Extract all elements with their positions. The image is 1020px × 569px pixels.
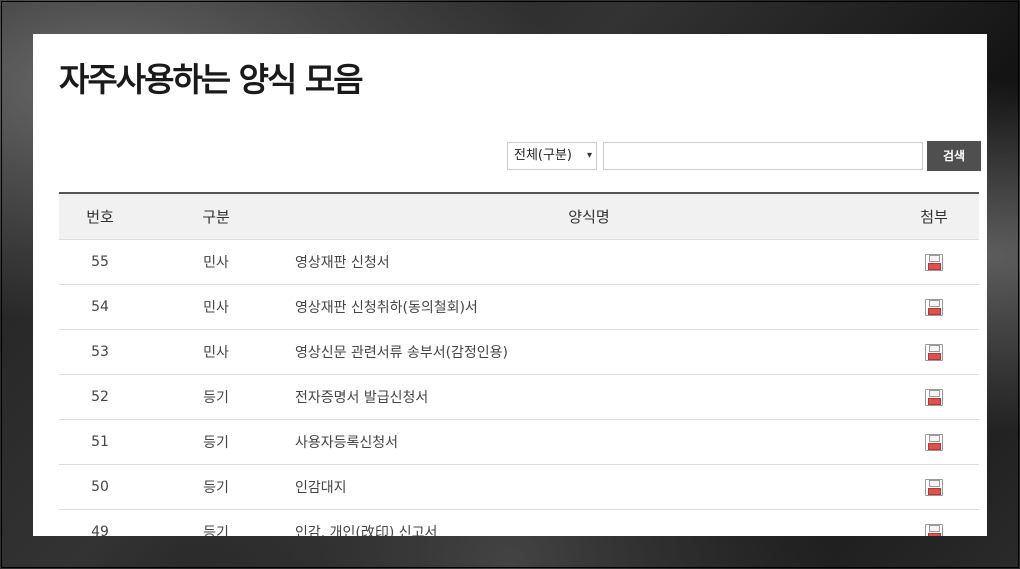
row-form-name-link[interactable]: 영상재판 신청서: [295, 240, 895, 284]
row-category: 등기: [203, 525, 229, 536]
row-number: 55: [91, 254, 109, 270]
chevron-down-icon: ▾: [586, 150, 592, 161]
table-body: 55 민사 영상재판 신청서 54 민사 영상재판 신청취하(동의철회)서 53 민사 영상신문…: [59, 240, 979, 536]
row-form-name-link[interactable]: 인감대지: [295, 465, 895, 509]
row-category: 민사: [203, 345, 229, 361]
attachment-download[interactable]: [899, 375, 969, 419]
floppy-disk-icon[interactable]: [925, 343, 943, 361]
attachment-download[interactable]: [899, 330, 969, 374]
row-number: 49: [91, 524, 109, 536]
floppy-disk-icon[interactable]: [925, 523, 943, 536]
row-category: 민사: [203, 255, 229, 271]
row-number: 50: [91, 479, 109, 495]
header-category: 구분: [202, 208, 230, 226]
table-header: 번호 구분 양식명 첨부: [59, 194, 979, 240]
row-number: 51: [91, 434, 109, 450]
header-number: 번호: [86, 208, 114, 226]
table-row[interactable]: 50 등기 인감대지: [59, 465, 979, 510]
category-select[interactable]: 전체(구분) ▾: [507, 142, 597, 170]
floppy-disk-icon[interactable]: [925, 253, 943, 271]
attachment-download[interactable]: [899, 240, 969, 284]
content-panel: 자주사용하는 양식 모음 전체(구분) ▾ 검색 번호 구분 양식명 첨부 55…: [33, 34, 987, 536]
table-row[interactable]: 54 민사 영상재판 신청취하(동의철회)서: [59, 285, 979, 330]
page-title: 자주사용하는 양식 모음: [59, 60, 364, 99]
row-category: 등기: [203, 390, 229, 406]
floppy-disk-icon[interactable]: [925, 298, 943, 316]
row-category: 등기: [203, 435, 229, 451]
table-row[interactable]: 53 민사 영상신문 관련서류 송부서(감정인용): [59, 330, 979, 375]
attachment-download[interactable]: [899, 285, 969, 329]
row-category: 등기: [203, 480, 229, 496]
attachment-download[interactable]: [899, 510, 969, 536]
table-row[interactable]: 55 민사 영상재판 신청서: [59, 240, 979, 285]
row-form-name-link[interactable]: 영상재판 신청취하(동의철회)서: [295, 285, 895, 329]
floppy-disk-icon[interactable]: [925, 388, 943, 406]
forms-table: 번호 구분 양식명 첨부 55 민사 영상재판 신청서 54 민사 영상재판 신청취하(동…: [59, 192, 979, 536]
row-form-name-link[interactable]: 영상신문 관련서류 송부서(감정인용): [295, 330, 895, 374]
row-number: 53: [91, 344, 109, 360]
row-number: 52: [91, 389, 109, 405]
row-category: 민사: [203, 300, 229, 316]
table-row[interactable]: 52 등기 전자증명서 발급신청서: [59, 375, 979, 420]
row-form-name-link[interactable]: 전자증명서 발급신청서: [295, 375, 895, 419]
row-form-name-link[interactable]: 사용자등록신청서: [295, 420, 895, 464]
floppy-disk-icon[interactable]: [925, 433, 943, 451]
header-attachment: 첨부: [920, 208, 948, 226]
row-number: 54: [91, 299, 109, 315]
row-form-name-link[interactable]: 인감. 개인(改印) 신고서: [295, 510, 895, 536]
attachment-download[interactable]: [899, 420, 969, 464]
search-button[interactable]: 검색: [927, 141, 981, 171]
table-row[interactable]: 49 등기 인감. 개인(改印) 신고서: [59, 510, 979, 536]
search-input[interactable]: [603, 142, 923, 170]
floppy-disk-icon[interactable]: [925, 478, 943, 496]
header-form-name: 양식명: [568, 208, 610, 226]
attachment-download[interactable]: [899, 465, 969, 509]
table-row[interactable]: 51 등기 사용자등록신청서: [59, 420, 979, 465]
category-select-value: 전체(구분): [514, 148, 572, 163]
